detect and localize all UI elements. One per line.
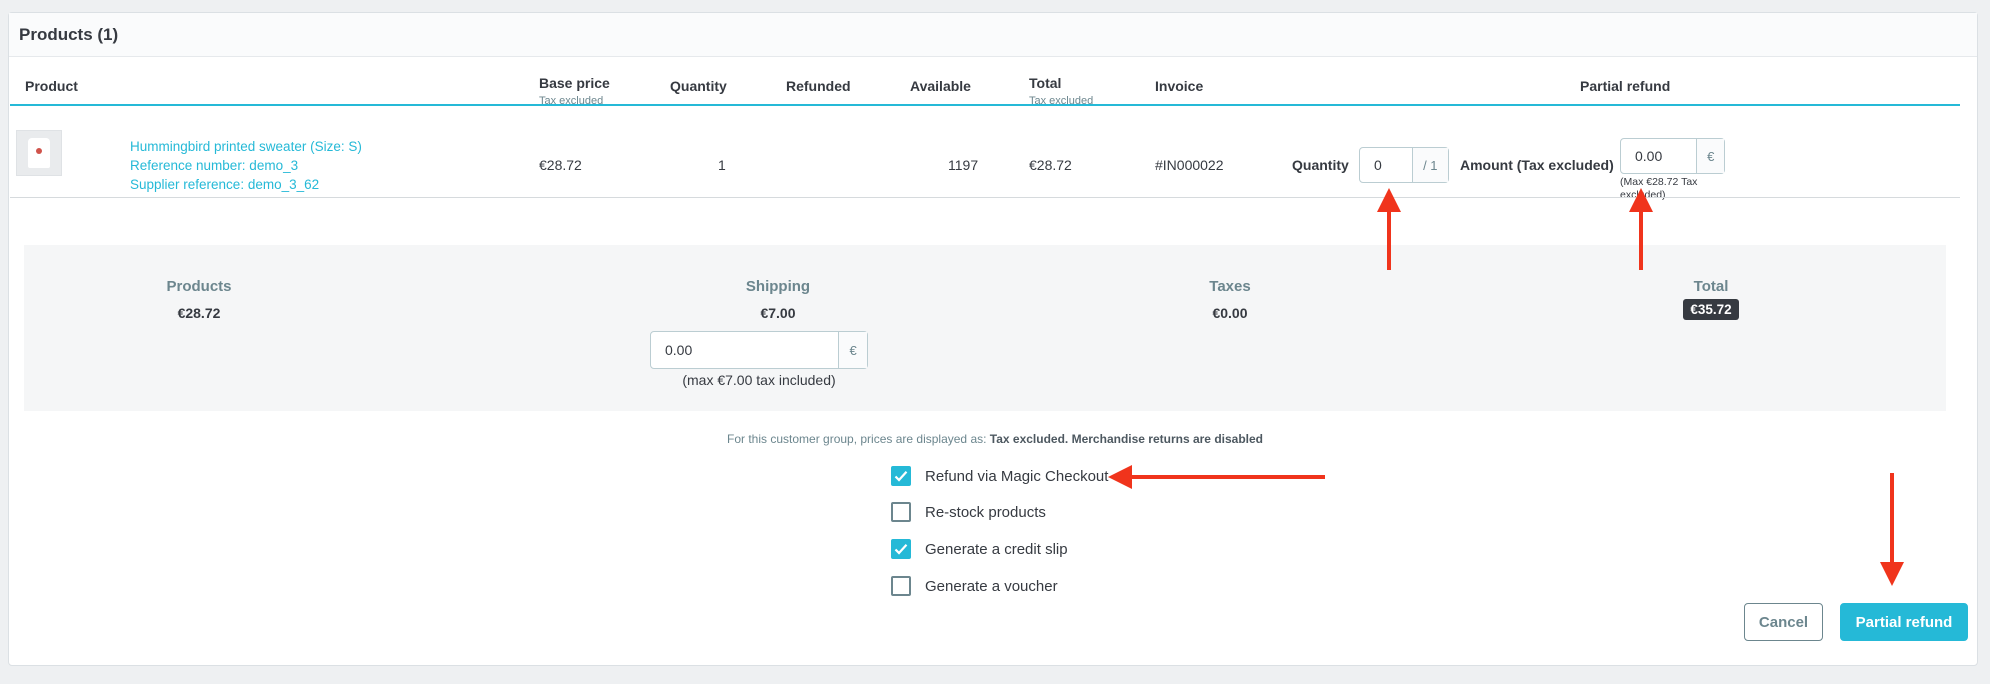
annotation-arrows (1108, 188, 1904, 586)
